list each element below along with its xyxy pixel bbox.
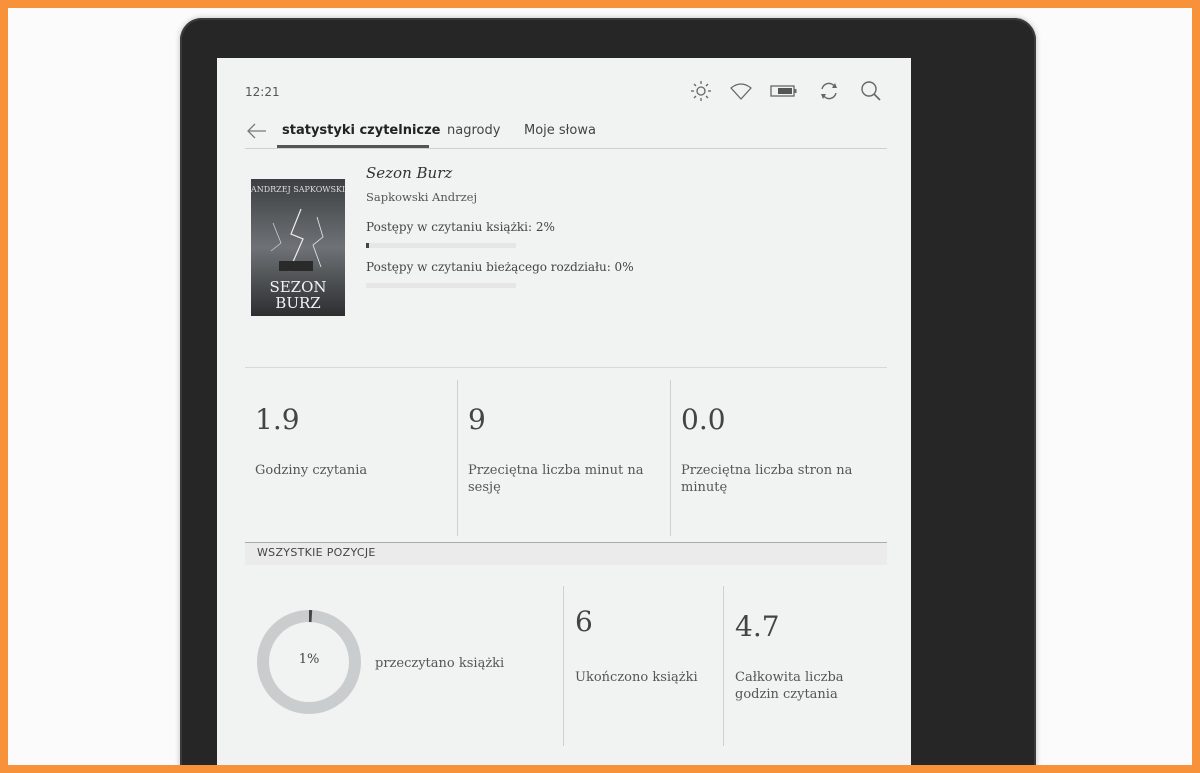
status-bar: 12:21 xyxy=(217,58,911,108)
book-cover[interactable]: ANDRZEJ SAPKOWSKI SEZON BURZ xyxy=(251,179,345,316)
reading-stats-row: 1.9 Godziny czytania 9 Przeciętna liczba… xyxy=(245,380,887,540)
stat-value: 6 xyxy=(575,605,593,638)
stat-value: 0.0 xyxy=(681,403,726,436)
cover-title-line2: BURZ xyxy=(275,294,320,312)
book-progress-label: Postępy w czytaniu książki: 2% xyxy=(366,220,555,234)
book-progress-bar xyxy=(366,243,516,248)
stat-value: 9 xyxy=(468,403,486,436)
book-author: Sapkowski Andrzej xyxy=(366,190,478,204)
all-items-row: 1% przeczytano książki 6 Ukończono książ… xyxy=(245,586,887,765)
search-icon[interactable] xyxy=(859,80,883,102)
ereader-screen: 12:21 statystyki czytelnicze nagrody Moj… xyxy=(217,58,911,765)
wifi-icon[interactable] xyxy=(729,80,753,102)
books-read-donut: 1% xyxy=(253,606,365,718)
tab-bar: statystyki czytelnicze nagrody Moje słow… xyxy=(245,118,887,149)
vertical-separator xyxy=(723,586,724,746)
stat-label: Przeciętna liczba stron na minutę xyxy=(681,463,853,495)
tab-my-words[interactable]: Moje słowa xyxy=(524,123,596,138)
section-divider xyxy=(245,367,887,368)
ereader-device: 12:21 statystyki czytelnicze nagrody Moj… xyxy=(180,18,1036,765)
all-items-header: WSZYSTKIE POZYCJE xyxy=(245,542,887,565)
stat-label: Godziny czytania xyxy=(255,463,368,478)
chapter-progress-bar xyxy=(366,283,516,288)
vertical-separator xyxy=(563,586,564,746)
battery-icon xyxy=(770,85,797,97)
stat-label: Ukończono książki xyxy=(575,670,698,685)
tab-reading-stats[interactable]: statystyki czytelnicze xyxy=(282,123,441,138)
section-header-label: WSZYSTKIE POZYCJE xyxy=(257,546,376,559)
active-tab-indicator xyxy=(277,145,429,148)
cover-author-text: ANDRZEJ SAPKOWSKI xyxy=(251,185,345,194)
book-title: Sezon Burz xyxy=(366,164,453,182)
stat-pages-per-minute: 0.0 Przeciętna liczba stron na minutę xyxy=(671,380,883,538)
current-book-card[interactable]: ANDRZEJ SAPKOWSKI SEZON BURZ Sezon Burz … xyxy=(251,164,891,323)
back-arrow-icon[interactable] xyxy=(245,121,269,141)
donut-percent: 1% xyxy=(298,652,320,667)
books-read-label: przeczytano książki xyxy=(375,656,505,671)
clock: 12:21 xyxy=(245,85,280,99)
stat-label: Przeciętna liczba minut na sesję xyxy=(468,463,644,495)
tab-awards[interactable]: nagrody xyxy=(447,123,500,138)
chapter-progress-label: Postępy w czytaniu bieżącego rozdziału: … xyxy=(366,260,634,274)
stat-minutes-per-session: 9 Przeciętna liczba minut na sesję xyxy=(458,380,670,538)
sync-icon[interactable] xyxy=(817,80,841,102)
stat-value: 1.9 xyxy=(255,403,300,436)
stat-reading-hours: 1.9 Godziny czytania xyxy=(245,380,457,538)
stat-label: Całkowita liczba godzin czytania xyxy=(735,670,844,702)
book-progress-fill xyxy=(366,243,369,248)
photo-frame: 12:21 statystyki czytelnicze nagrody Moj… xyxy=(8,8,1192,765)
brightness-icon[interactable] xyxy=(689,80,713,102)
stat-value: 4.7 xyxy=(735,610,780,643)
